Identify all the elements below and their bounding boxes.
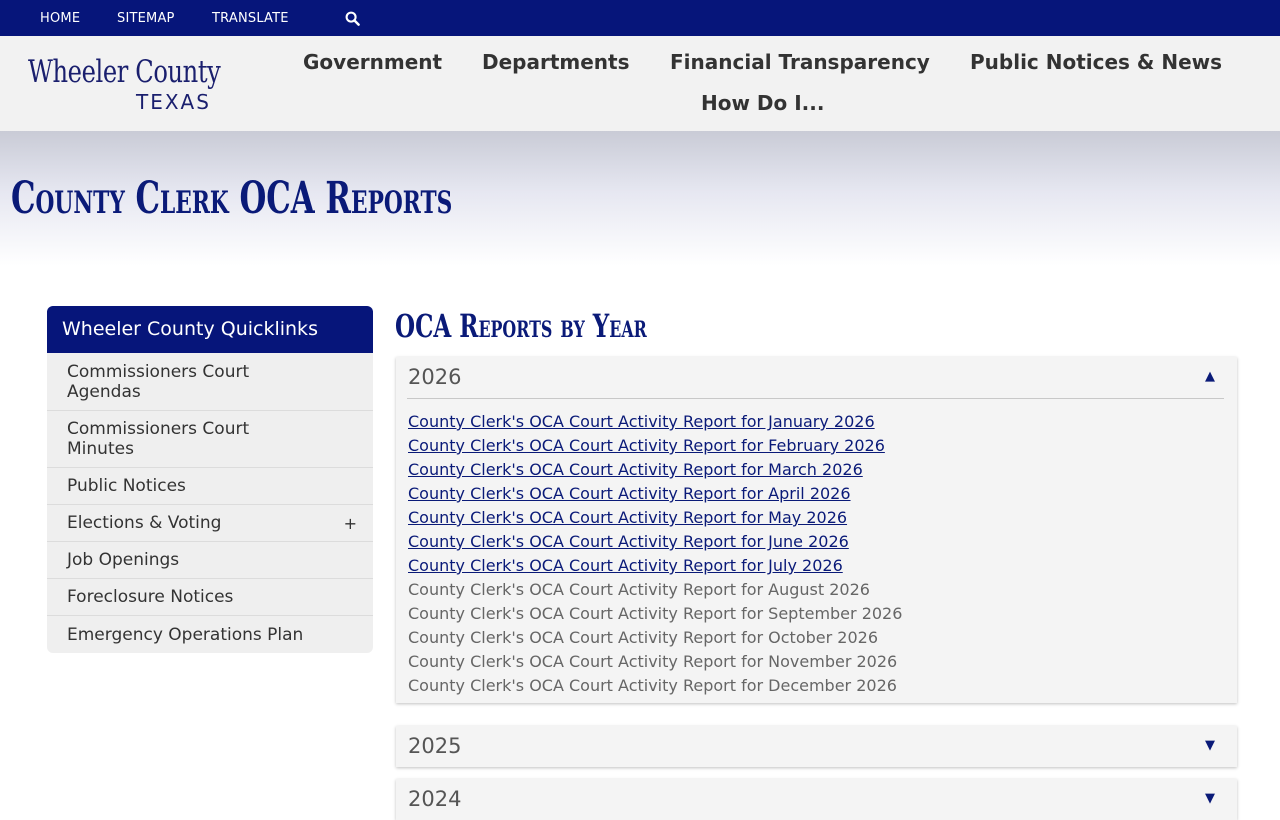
expand-plus-icon[interactable]: +	[344, 514, 357, 533]
nav-public-notices-news[interactable]: Public Notices & News	[970, 50, 1222, 74]
report-text-august-2026: County Clerk's OCA Court Activity Report…	[408, 580, 870, 599]
report-link-may-2026[interactable]: County Clerk's OCA Court Activity Report…	[408, 508, 847, 527]
top-link-home[interactable]: HOME	[40, 11, 80, 26]
logo-county-name: Wheeler County	[28, 54, 221, 90]
report-text-october-2026: County Clerk's OCA Court Activity Report…	[408, 628, 878, 647]
accordion-year-label: 2024	[408, 787, 462, 811]
quicklink-label: Public Notices	[67, 476, 186, 496]
report-text-november-2026: County Clerk's OCA Court Activity Report…	[408, 652, 898, 671]
quicklink-elections-voting[interactable]: Elections & Voting +	[47, 505, 373, 542]
report-text-december-2026: County Clerk's OCA Court Activity Report…	[408, 676, 897, 695]
nav-departments[interactable]: Departments	[482, 50, 630, 74]
quicklink-label: Elections & Voting	[67, 513, 222, 533]
quicklink-job-openings[interactable]: Job Openings	[47, 542, 373, 579]
quicklink-label: Foreclosure Notices	[67, 587, 234, 607]
report-link-april-2026[interactable]: County Clerk's OCA Court Activity Report…	[408, 484, 851, 503]
accordion-year-2026: 2026 ▲ County Clerk's OCA Court Activity…	[396, 357, 1237, 703]
quicklink-label: Commissioners Court Minutes	[67, 419, 250, 459]
report-text-september-2026: County Clerk's OCA Court Activity Report…	[408, 604, 903, 623]
accordion-year-label: 2025	[408, 734, 462, 758]
quicklinks-sidebar: Wheeler County Quicklinks Commissioners …	[47, 306, 373, 653]
section-title: OCA Reports by Year	[395, 307, 647, 345]
nav-how-do-i[interactable]: How Do I...	[701, 91, 824, 115]
top-link-translate[interactable]: TRANSLATE	[212, 11, 289, 26]
top-utility-bar: HOME SITEMAP TRANSLATE	[0, 0, 1280, 36]
quicklink-commissioners-court-agendas[interactable]: Commissioners Court Agendas	[47, 353, 373, 411]
report-link-july-2026[interactable]: County Clerk's OCA Court Activity Report…	[408, 556, 843, 575]
nav-financial-transparency[interactable]: Financial Transparency	[670, 50, 930, 74]
quicklink-label: Emergency Operations Plan	[67, 624, 304, 645]
accordion-year-2025[interactable]: 2025 ▼	[396, 726, 1237, 767]
site-logo[interactable]: Wheeler County TEXAS	[28, 54, 228, 116]
collapse-arrow-icon[interactable]: ▲	[1205, 369, 1215, 384]
quicklink-foreclosure-notices[interactable]: Foreclosure Notices	[47, 579, 373, 616]
expand-arrow-icon[interactable]: ▼	[1205, 791, 1215, 806]
quicklink-commissioners-court-minutes[interactable]: Commissioners Court Minutes	[47, 411, 373, 468]
quicklinks-heading: Wheeler County Quicklinks	[47, 306, 373, 353]
quicklink-public-notices[interactable]: Public Notices	[47, 468, 373, 505]
report-link-march-2026[interactable]: County Clerk's OCA Court Activity Report…	[408, 460, 863, 479]
logo-state-name: TEXAS	[136, 90, 211, 114]
nav-government[interactable]: Government	[303, 50, 442, 74]
expand-arrow-icon[interactable]: ▼	[1205, 738, 1215, 753]
search-icon[interactable]	[345, 11, 360, 26]
quicklink-emergency-operations-plan[interactable]: Emergency Operations Plan	[47, 616, 373, 653]
page-title: County Clerk OCA Reports	[11, 173, 453, 224]
report-link-january-2026[interactable]: County Clerk's OCA Court Activity Report…	[408, 412, 875, 431]
report-link-june-2026[interactable]: County Clerk's OCA Court Activity Report…	[408, 532, 849, 551]
report-link-february-2026[interactable]: County Clerk's OCA Court Activity Report…	[408, 436, 885, 455]
accordion-header-2026[interactable]: 2026 ▲	[396, 357, 1237, 399]
top-link-sitemap[interactable]: SITEMAP	[117, 11, 175, 26]
quicklink-label: Job Openings	[67, 550, 180, 570]
site-header: Wheeler County TEXAS Government Departme…	[0, 36, 1280, 131]
page-banner: County Clerk OCA Reports	[0, 131, 1280, 266]
quicklink-label: Commissioners Court Agendas	[67, 361, 250, 402]
accordion-year-label: 2026	[408, 365, 462, 389]
accordion-divider	[407, 398, 1224, 399]
